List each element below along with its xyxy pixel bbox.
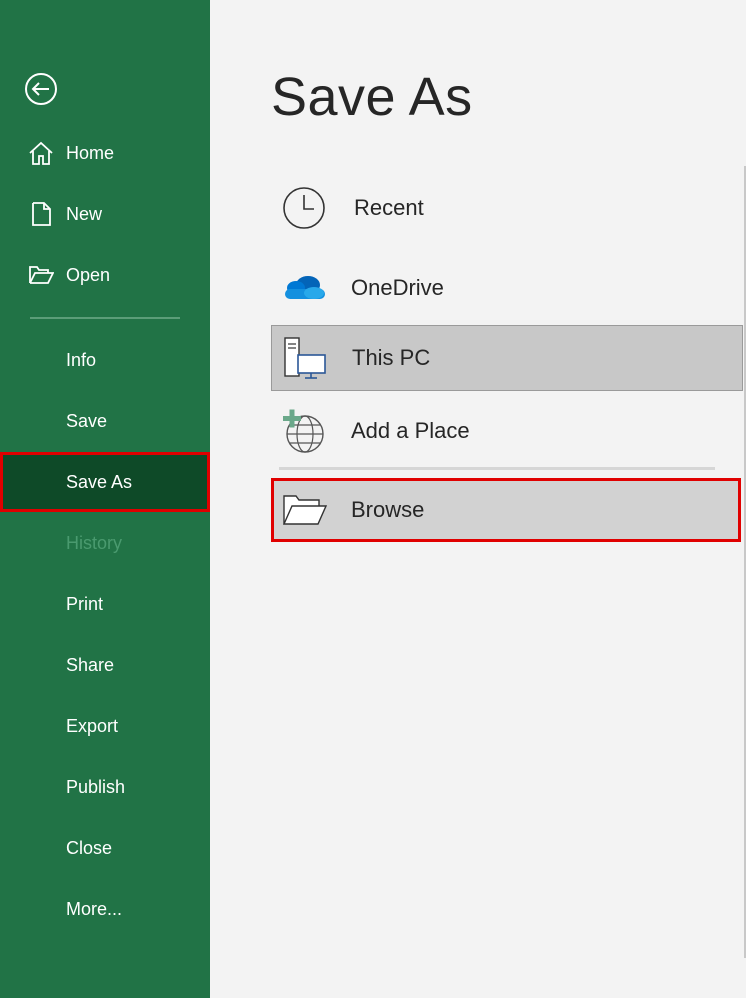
nav-history: History — [0, 513, 210, 573]
nav-save-as[interactable]: Save As — [0, 452, 210, 512]
location-label: Recent — [354, 195, 424, 220]
nav-export[interactable]: Export — [0, 696, 210, 756]
location-label: OneDrive — [351, 275, 444, 300]
nav-label: Publish — [66, 776, 126, 797]
nav-close[interactable]: Close — [0, 818, 210, 878]
nav-label: Save — [66, 410, 108, 431]
nav-more[interactable]: More... — [0, 879, 210, 939]
computer-icon — [282, 335, 328, 381]
clock-icon — [281, 185, 327, 231]
location-label: This PC — [352, 345, 431, 370]
location-onedrive[interactable]: OneDrive — [271, 256, 741, 320]
nav-label: History — [66, 532, 123, 553]
location-label: Browse — [351, 497, 425, 522]
home-icon — [28, 140, 54, 166]
nav-share[interactable]: Share — [0, 635, 210, 695]
nav-label: Export — [66, 715, 119, 736]
sidebar-divider — [30, 317, 180, 319]
nav-print[interactable]: Print — [0, 574, 210, 634]
nav-publish[interactable]: Publish — [0, 757, 210, 817]
add-globe-icon — [281, 408, 327, 454]
nav-open[interactable]: Open — [0, 245, 210, 305]
onedrive-cloud-icon — [281, 265, 327, 311]
location-add-a-place[interactable]: Add a Place — [271, 399, 741, 463]
nav-label: Close — [66, 837, 113, 858]
nav-label: Open — [66, 264, 111, 285]
nav-label: Info — [66, 349, 97, 370]
nav-label: Share — [66, 654, 115, 675]
nav-save[interactable]: Save — [0, 391, 210, 451]
nav-label: Save As — [66, 471, 133, 492]
open-folder-icon — [28, 262, 55, 288]
location-label: Add a Place — [351, 418, 470, 443]
location-browse[interactable]: Browse — [271, 478, 741, 542]
nav-label: More... — [66, 898, 123, 919]
location-recent[interactable]: Recent — [271, 176, 741, 240]
folder-icon — [281, 487, 328, 533]
location-this-pc[interactable]: This PC — [271, 325, 743, 391]
nav-home[interactable]: Home — [0, 123, 210, 183]
nav-label: Home — [66, 142, 115, 163]
nav-new[interactable]: New — [0, 184, 210, 244]
page-title: Save As — [271, 67, 473, 127]
backstage-sidebar: Home New Open Info Save Save As History — [0, 0, 210, 998]
save-as-panel: Save As Recent OneDrive This PC Add a Pl… — [210, 0, 746, 998]
back-arrow-icon[interactable] — [24, 72, 58, 106]
new-document-icon — [28, 201, 54, 227]
nav-info[interactable]: Info — [0, 330, 210, 390]
nav-label: Print — [66, 593, 104, 614]
locations-separator — [279, 467, 715, 470]
nav-label: New — [66, 203, 103, 224]
